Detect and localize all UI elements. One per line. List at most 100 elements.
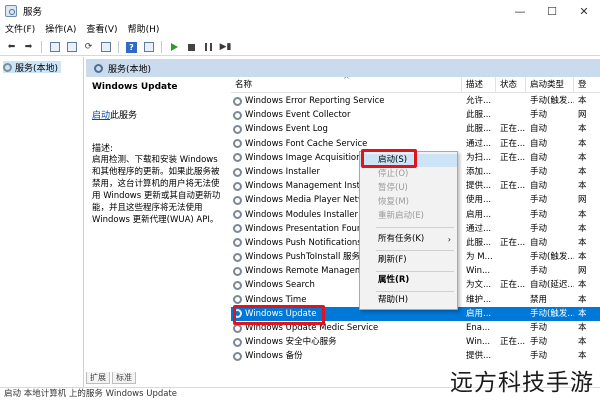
service-startup-type: 自动(延迟... [530, 280, 574, 291]
maximize-button[interactable]: ☐ [536, 0, 568, 22]
column-header-startup-type[interactable]: 启动类型 [526, 77, 574, 93]
view-tabs: 扩展 标准 [86, 372, 136, 386]
sort-arrow-icon: ^ [343, 77, 350, 84]
forward-arrow-icon[interactable]: ➡ [21, 40, 36, 55]
service-status [496, 293, 526, 307]
description-text: 启用检测、下载和安装 Windows 和其他程序的更新。如果此服务被禁用，这台计… [92, 155, 221, 225]
service-description: 启用... [466, 308, 492, 319]
service-logon: 本 [578, 294, 587, 305]
service-description: 提供... [466, 181, 492, 192]
service-startup-type: 手动 [530, 266, 548, 277]
column-header-logon[interactable]: 登 [574, 77, 600, 93]
service-name: Windows Image Acquisition [245, 152, 362, 163]
service-startup-type: 手动 [530, 195, 548, 206]
menu-help[interactable]: 帮助(H) [123, 22, 165, 39]
service-name: Windows Modules Installer [245, 209, 358, 220]
service-status: 正在... [500, 181, 526, 192]
restart-icon[interactable]: ▶▮ [218, 40, 233, 55]
service-name: Windows Event Log [245, 124, 328, 135]
ctx-help[interactable]: 帮助(H) [360, 294, 457, 307]
help-icon[interactable]: ? [124, 40, 139, 55]
properties-icon[interactable] [141, 40, 156, 55]
toolbar-separator [161, 41, 162, 53]
service-description: 为文... [466, 280, 492, 291]
service-name: Windows 备份 [245, 351, 303, 362]
service-name: Windows Management Instr [245, 181, 364, 192]
gear-icon [233, 181, 242, 191]
ctx-resume: 恢复(M) [378, 197, 409, 207]
service-logon: 本 [578, 280, 587, 291]
service-row[interactable]: Windows Event Collector 此服... 手动 网 [231, 108, 600, 122]
start-service-link[interactable]: 启动 [92, 111, 110, 121]
tab-extended[interactable]: 扩展 [86, 372, 110, 384]
service-status [496, 165, 526, 179]
service-logon: 本 [578, 308, 587, 319]
service-startup-type: 手动 [530, 337, 548, 348]
ctx-separator [376, 291, 454, 292]
service-logon: 本 [578, 138, 587, 149]
service-logon: 本 [578, 337, 587, 348]
console-tree-icon[interactable] [47, 40, 62, 55]
menu-action[interactable]: 操作(A) [40, 22, 81, 39]
service-details-pane: Windows Update 启动此服务 描述: 启用检测、下载和安装 Wind… [86, 77, 226, 369]
service-startup-type: 自动 [530, 181, 548, 192]
service-startup-type: 自动 [530, 237, 548, 248]
refresh-icon[interactable]: ⟳ [81, 40, 96, 55]
service-logon: 本 [578, 237, 587, 248]
service-row[interactable]: Windows Event Log 此服... 正在... 自动 本 [231, 122, 600, 136]
toolbar-separator [118, 41, 119, 53]
service-description: 添加... [466, 166, 492, 177]
gear-icon [233, 153, 242, 163]
start-service-line: 启动此服务 [92, 108, 137, 121]
service-row[interactable]: Windows Error Reporting Service 允许... 手动(触… [231, 94, 600, 108]
ctx-all-tasks[interactable]: 所有任务(K) › [360, 233, 457, 246]
tree-item-services-local[interactable]: 服务(本地) [3, 61, 62, 74]
column-header-description[interactable]: 描述 [462, 77, 496, 93]
ctx-refresh[interactable]: 刷新(F) [360, 254, 457, 267]
service-row[interactable]: Windows 备份 提供... 手动 本 [231, 349, 600, 363]
service-description: 允许... [466, 96, 492, 106]
service-status [496, 264, 526, 278]
service-name-cell: Windows Event Collector [231, 108, 462, 122]
service-status: 正在... [500, 152, 526, 163]
stop-icon[interactable] [184, 40, 199, 55]
export-icon[interactable] [98, 40, 113, 55]
service-description: 为扫... [466, 152, 492, 163]
service-startup-type: 手动(触发... [530, 308, 574, 319]
service-description: Win... [466, 337, 491, 348]
service-description: 为 M... [466, 252, 493, 263]
gear-icon [233, 252, 242, 262]
window-controls: — ☐ ✕ [504, 0, 600, 22]
pause-icon[interactable] [201, 40, 216, 55]
column-header-status[interactable]: 状态 [496, 77, 526, 93]
service-logon: 网 [578, 266, 587, 277]
service-name: Windows 安全中心服务 [245, 337, 337, 348]
service-description: 通过... [466, 138, 492, 149]
service-logon: 网 [578, 110, 587, 121]
back-arrow-icon[interactable]: ⬅ [4, 40, 19, 55]
service-startup-type: 手动 [530, 110, 548, 121]
list-view-icon[interactable] [64, 40, 79, 55]
gear-icon [233, 124, 242, 134]
gear-icon [233, 139, 242, 149]
service-row[interactable]: Windows 安全中心服务 Win... 正在... 手动 本 [231, 335, 600, 349]
service-description: 此服... [466, 110, 492, 121]
highlight-start-box [361, 149, 417, 168]
service-status: 正在... [500, 337, 526, 348]
menu-view[interactable]: 查看(V) [81, 22, 122, 39]
menu-file[interactable]: 文件(F) [0, 22, 40, 39]
service-logon: 本 [578, 323, 587, 333]
minimize-button[interactable]: — [504, 0, 536, 22]
service-status [496, 208, 526, 222]
tab-standard[interactable]: 标准 [112, 372, 136, 384]
ctx-properties[interactable]: 属性(R) [360, 274, 457, 287]
gear-icon [233, 337, 242, 347]
close-button[interactable]: ✕ [568, 0, 600, 22]
gear-icon [233, 195, 242, 205]
ctx-separator [376, 271, 454, 272]
service-name: Windows Error Reporting Service [245, 96, 385, 106]
service-description: 此服... [466, 237, 492, 248]
start-icon[interactable] [167, 40, 182, 55]
ctx-separator [376, 227, 454, 228]
ctx-all-tasks-label: 所有任务(K) [378, 234, 425, 244]
